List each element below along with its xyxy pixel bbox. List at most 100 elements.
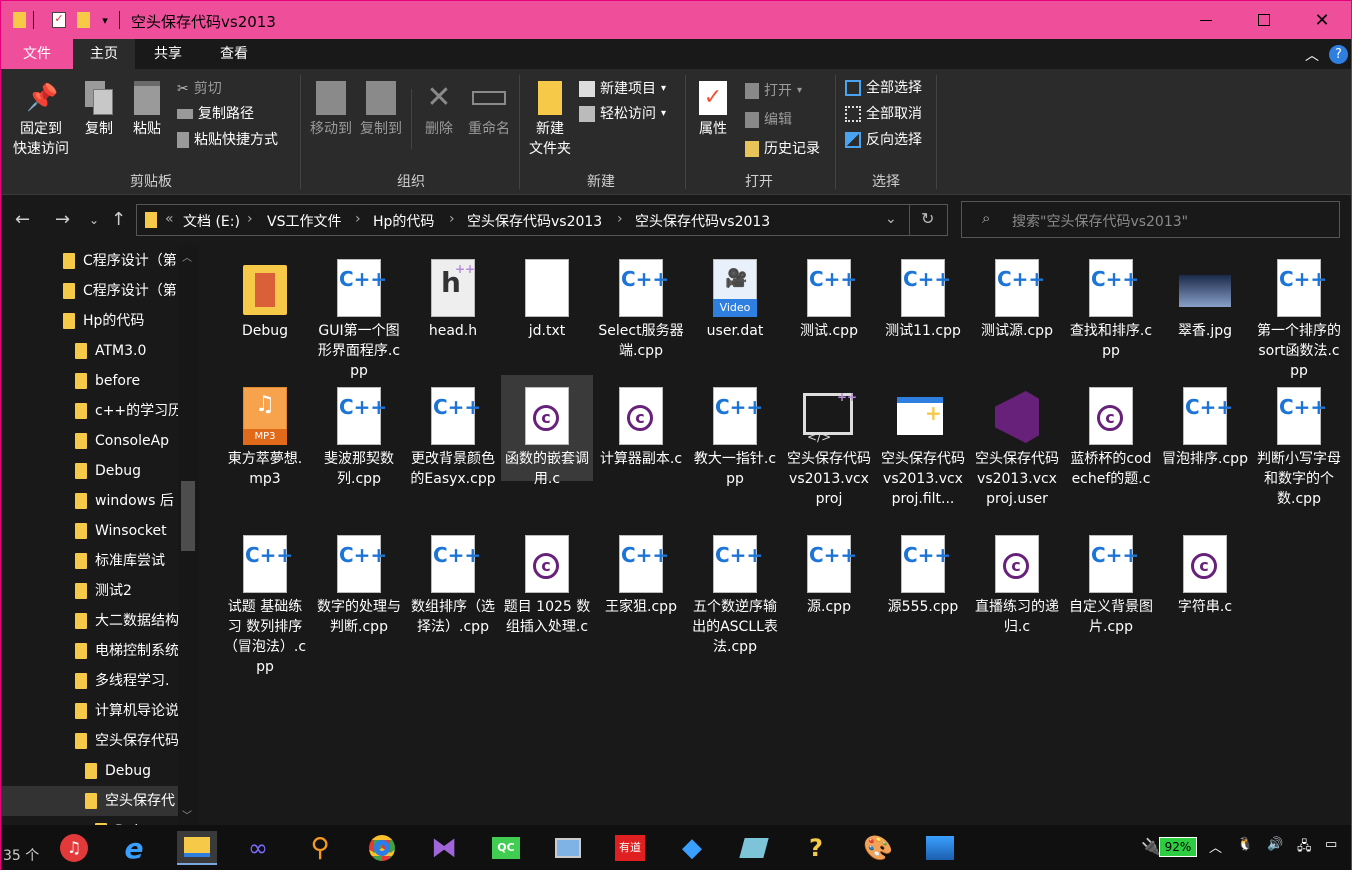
breadcrumb-project[interactable]: 空头保存代码vs2013 xyxy=(467,211,602,231)
breadcrumb-current[interactable]: 空头保存代码vs2013 xyxy=(635,211,770,231)
navigation-app-icon[interactable]: ◆ xyxy=(675,831,709,865)
edit-button[interactable]: 编辑 xyxy=(745,108,792,132)
photos-icon[interactable] xyxy=(923,831,957,865)
tab-view[interactable]: 查看 xyxy=(201,39,267,69)
infinity-app-icon[interactable]: ∞ xyxy=(241,831,275,865)
netease-music-icon[interactable]: ♫ xyxy=(57,831,91,865)
nav-tree-item[interactable]: Debug xyxy=(95,816,178,825)
file-item[interactable]: + 空头保存代码vs2013.vcxproj.filt... xyxy=(877,375,969,509)
help-doc-icon[interactable]: ? xyxy=(799,831,833,865)
file-item[interactable]: C++ 数字的处理与判断.cpp xyxy=(313,523,405,637)
delete-button[interactable]: ✕ 删除 xyxy=(419,81,459,139)
copy-button[interactable]: 复制 xyxy=(79,81,119,139)
nav-tree-item[interactable]: 空头保存代码 xyxy=(75,726,178,756)
breadcrumb-separator-icon[interactable]: › xyxy=(449,211,455,227)
file-item[interactable]: 空头保存代码vs2013.vcxproj.user xyxy=(971,375,1063,509)
back-arrow-icon[interactable]: ← xyxy=(15,209,30,230)
customize-quick-access-icon[interactable]: ▾ xyxy=(95,10,115,30)
file-item[interactable]: C++ 更改背景颜色的Easyx.cpp xyxy=(407,375,499,489)
forward-arrow-icon[interactable]: → xyxy=(55,209,70,230)
file-item[interactable]: C++ 斐波那契数列.cpp xyxy=(313,375,405,489)
file-item[interactable]: c 字符串.c xyxy=(1159,523,1251,617)
file-item[interactable]: C++ 查找和排序.cpp xyxy=(1065,247,1157,361)
history-button[interactable]: 历史记录 xyxy=(745,137,820,161)
nav-tree-item[interactable]: 计算机导论说 xyxy=(75,696,178,726)
up-arrow-icon[interactable]: ↑ xyxy=(111,209,126,230)
qq-icon[interactable]: 🐧 xyxy=(1237,837,1253,852)
nav-tree-item[interactable]: 测试2 xyxy=(75,576,178,606)
file-item[interactable]: C++ 五个数逆序输出的ASCLL表法.cpp xyxy=(689,523,781,657)
rename-button[interactable]: 重命名 xyxy=(463,81,515,139)
scroll-up-icon[interactable]: ︿ xyxy=(182,249,192,264)
file-item[interactable]: C++ 第一个排序的sort函数法.cpp xyxy=(1253,247,1345,381)
nav-tree-item[interactable]: ATM3.0 xyxy=(75,336,178,366)
file-item[interactable]: C++ 冒泡排序.cpp xyxy=(1159,375,1251,469)
paste-shortcut-button[interactable]: 粘贴快捷方式 xyxy=(177,128,278,152)
chrome-icon[interactable] xyxy=(365,831,399,865)
file-item[interactable]: C++ 教大一指针.cpp xyxy=(689,375,781,489)
breadcrumb-drive[interactable]: 文档 (E:) xyxy=(183,211,240,231)
move-to-button[interactable]: 移动到 xyxy=(307,81,355,139)
nav-tree-item[interactable]: 电梯控制系统 xyxy=(75,636,178,666)
nav-tree-item[interactable]: C程序设计（第 xyxy=(63,276,178,306)
cut-button[interactable]: ✂ 剪切 xyxy=(177,77,222,101)
file-item[interactable]: ++ </> 空头保存代码vs2013.vcxproj xyxy=(783,375,875,509)
remote-desktop-icon[interactable] xyxy=(551,831,585,865)
action-center-icon[interactable]: ▭ xyxy=(1325,837,1337,852)
search-input[interactable]: ⌕ 搜索"空头保存代码vs2013" xyxy=(961,201,1340,238)
network-icon[interactable]: 🖧 xyxy=(1297,837,1312,859)
notes-app-icon[interactable] xyxy=(737,831,771,865)
show-hidden-icons-chevron-icon[interactable]: ︿ xyxy=(1209,837,1222,856)
select-all-button[interactable]: 全部选择 xyxy=(845,76,922,100)
file-item[interactable]: C++ Select服务器端.cpp xyxy=(595,247,687,361)
nav-tree-item[interactable]: 标准库尝试 xyxy=(75,546,178,576)
file-item[interactable]: c 直播练习的递归.c xyxy=(971,523,1063,637)
maximize-button[interactable] xyxy=(1235,1,1293,39)
pin-quick-access-button[interactable]: 📌 固定到 快速访问 xyxy=(9,81,73,159)
select-none-button[interactable]: 全部取消 xyxy=(845,102,922,126)
file-item[interactable]: C++ 测试.cpp xyxy=(783,247,875,341)
youdao-dict-icon[interactable]: 有道 xyxy=(613,831,647,865)
file-item[interactable]: C++ 判断小写字母和数字的个数.cpp xyxy=(1253,375,1345,509)
visual-studio-icon[interactable]: ⧓ xyxy=(427,831,461,865)
file-item[interactable]: C++ 源555.cpp xyxy=(877,523,969,617)
breadcrumb-separator-icon[interactable]: › xyxy=(617,211,623,227)
file-item[interactable]: c 蓝桥杯的codechef的题.c xyxy=(1065,375,1157,489)
help-icon[interactable]: ? xyxy=(1329,45,1348,64)
nav-tree-item[interactable]: Debug xyxy=(85,756,178,786)
collapse-ribbon-icon[interactable]: ︿ xyxy=(1305,45,1319,65)
new-folder-button[interactable]: 新建 文件夹 xyxy=(525,81,575,159)
file-item[interactable]: c 函数的嵌套调用.c xyxy=(501,375,593,487)
file-item[interactable]: C++ GUI第一个图形界面程序.cpp xyxy=(313,247,405,381)
address-bar[interactable]: « 文档 (E:) › VS工作文件 › Hp的代码 › 空头保存代码vs201… xyxy=(136,204,948,236)
nav-tree-item[interactable]: Hp的代码 xyxy=(63,306,178,336)
paint-icon[interactable]: 🎨 xyxy=(861,831,895,865)
ie-icon[interactable]: e xyxy=(117,831,151,865)
nav-tree-item[interactable]: 空头保存代 xyxy=(1,786,178,816)
file-item[interactable]: c 题目 1025 数组插入处理.c xyxy=(501,523,593,637)
address-dropdown-chevron-icon[interactable]: ⌄ xyxy=(885,211,897,227)
file-item[interactable]: C++ 测试源.cpp xyxy=(971,247,1063,341)
minimize-button[interactable] xyxy=(1177,1,1235,39)
properties-button[interactable]: ✓ 属性 xyxy=(693,81,733,139)
easy-access-button[interactable]: 轻松访问 ▾ xyxy=(579,102,666,126)
file-item[interactable]: C++ 数组排序（选择法）.cpp xyxy=(407,523,499,637)
file-item[interactable]: Video 🎥 user.dat xyxy=(689,247,781,341)
nav-tree-item[interactable]: 多线程学习. xyxy=(75,666,178,696)
volume-icon[interactable]: 🔊 xyxy=(1267,837,1283,852)
breadcrumb-separator-icon[interactable]: › xyxy=(355,211,361,227)
new-item-button[interactable]: 新建项目 ▾ xyxy=(579,77,666,101)
file-item[interactable]: h ++ head.h xyxy=(407,247,499,341)
power-plug-icon[interactable]: 🔌 xyxy=(1141,837,1161,856)
file-item[interactable]: c 计算器副本.c xyxy=(595,375,687,469)
file-item[interactable]: C++ 源.cpp xyxy=(783,523,875,617)
file-item[interactable]: jd.txt xyxy=(501,247,593,341)
file-item[interactable]: Debug xyxy=(219,247,311,341)
nav-tree-item[interactable]: ConsoleAp xyxy=(75,426,178,456)
copy-to-button[interactable]: 复制到 xyxy=(357,81,405,139)
breadcrumb-hp-code[interactable]: Hp的代码 xyxy=(373,211,434,231)
tab-share[interactable]: 共享 xyxy=(135,39,201,69)
file-item[interactable]: C++ 王家狙.cpp xyxy=(595,523,687,617)
scrollbar-thumb[interactable] xyxy=(181,481,195,551)
qt-creator-icon[interactable]: QC xyxy=(489,831,523,865)
